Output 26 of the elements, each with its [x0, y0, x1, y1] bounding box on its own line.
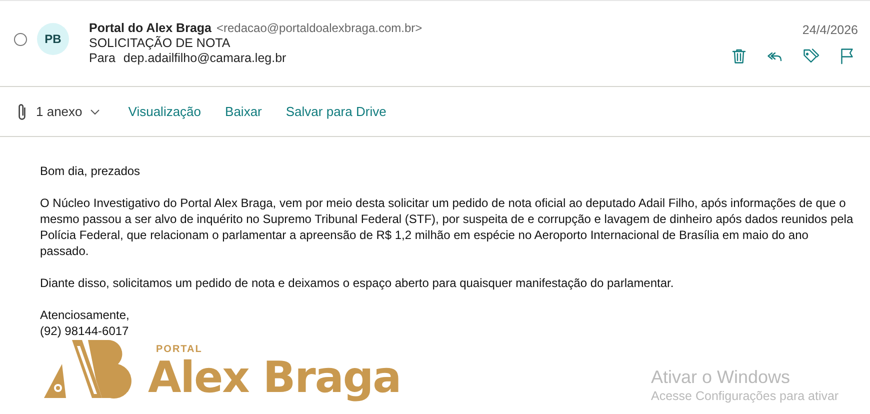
chevron-down-icon	[90, 108, 100, 114]
body-paragraph: O Núcleo Investigativo do Portal Alex Braga, vem por meio desta solicitar um pedido de nota oficial ao deputado Adail Filho, após informações de que o mesmo passou a ser alvo de inquérito no Supremo Tribunal Federal (STF), por suspeita de e corrupção e lavagem de dinheiro após dados reunidos pela Polícia Federal, que relacionam o parlamentar a apreensão de R$ 1,2 milhão em espécie no Aeroporto Internacional de Brasília em maio do ano passado.	[40, 195, 854, 259]
body-paragraph: Diante disso, solicitamos um pedido de nota e deixamos o espaço aberto para quaisquer manifestação do parlamentar.	[40, 275, 675, 291]
flag-icon	[838, 47, 856, 65]
attachment-action-link[interactable]: Baixar	[225, 104, 262, 119]
recipient-email: dep.adailfilho@camara.leg.br	[123, 51, 286, 66]
signature-line: Atenciosamente,	[40, 307, 130, 323]
signature-line: (92) 98144-6017	[40, 323, 130, 339]
activation-subtitle: Acesse Configurações para ativar	[651, 388, 839, 404]
logo-caption: PORTAL	[156, 344, 204, 356]
logo-wordmark: Alex Braga	[148, 356, 401, 400]
attachment-action-link[interactable]: Salvar para Drive	[286, 104, 386, 119]
paperclip-icon	[16, 102, 28, 120]
avatar: PB	[37, 23, 69, 55]
to-label: Para	[89, 51, 116, 66]
trash-icon	[730, 47, 748, 65]
attachment-count[interactable]: 1 anexo	[36, 104, 100, 119]
sender-email: <redacao@portaldoalexbraga.com.br>	[216, 21, 422, 36]
subject: SOLICITAÇÃO DE NOTA	[89, 36, 230, 51]
select-radio[interactable]	[14, 33, 27, 46]
activation-title: Ativar o Windows	[651, 366, 792, 388]
body-paragraph: Bom dia, prezados	[40, 163, 142, 179]
tag-icon	[802, 47, 820, 65]
sender-name: Portal do Alex Braga	[89, 21, 212, 36]
attachment-action-link[interactable]: Visualização	[128, 104, 202, 119]
message-date: 24/4/2026	[802, 23, 858, 37]
